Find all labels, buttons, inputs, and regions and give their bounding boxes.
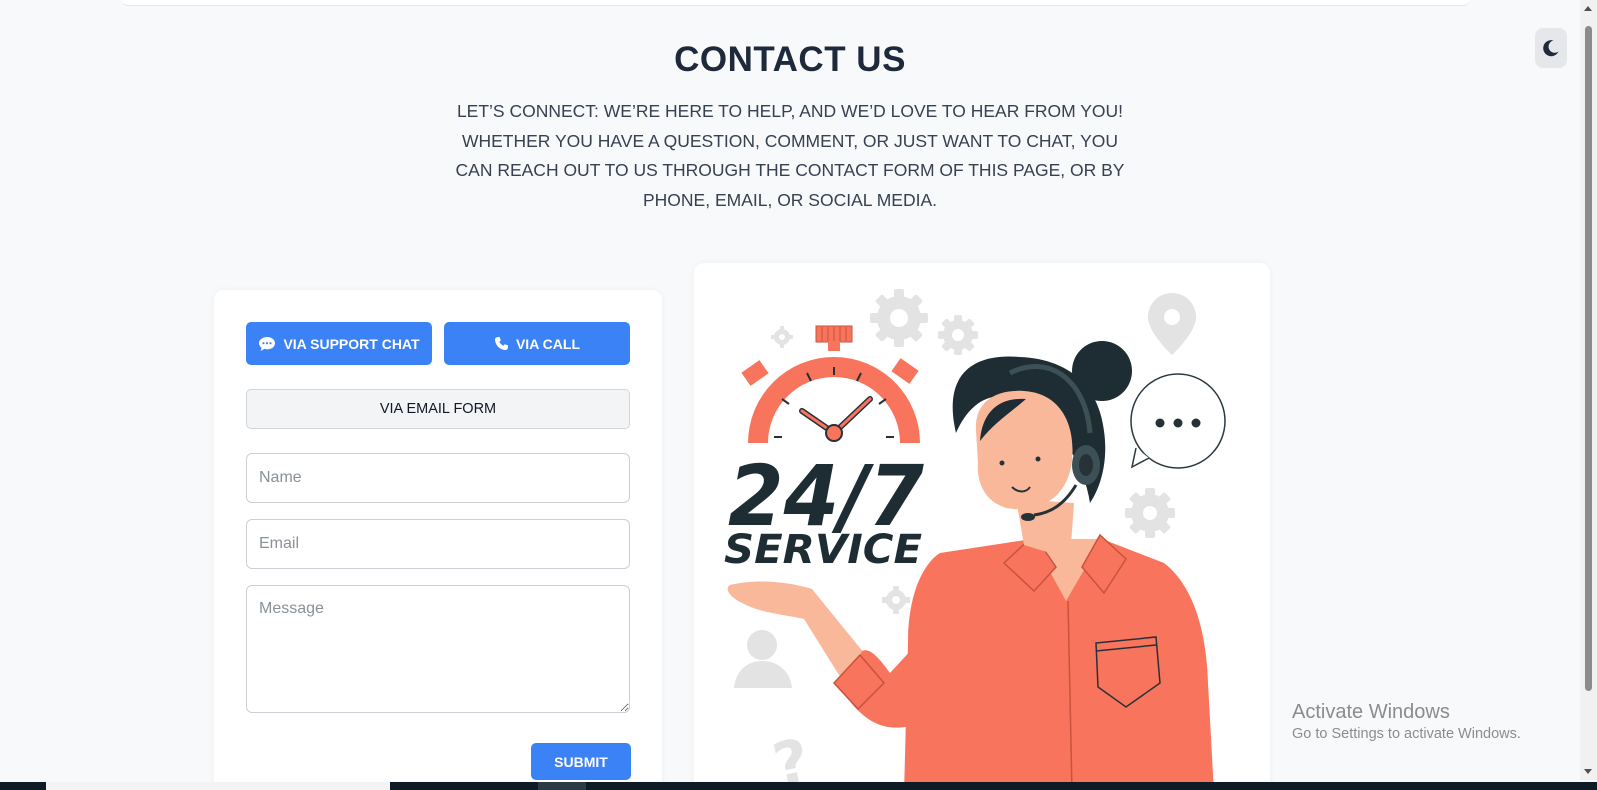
support-chat-button[interactable]: VIA SUPPORT CHAT xyxy=(246,322,432,365)
scroll-thumb[interactable] xyxy=(1585,26,1592,691)
gear-icon xyxy=(938,315,978,355)
watermark-title: Activate Windows xyxy=(1292,701,1450,723)
taskbar-search[interactable] xyxy=(46,782,390,790)
scroll-up-arrow-icon[interactable] xyxy=(1584,6,1592,11)
email-input[interactable] xyxy=(246,519,630,569)
windows-activation-watermark: Activate Windows Go to Settings to activ… xyxy=(1292,700,1521,744)
browser-top-edge xyxy=(122,0,1469,6)
email-form-button[interactable]: VIA EMAIL FORM xyxy=(246,389,630,429)
scroll-down-arrow-icon[interactable] xyxy=(1584,769,1592,774)
svg-text:?: ? xyxy=(767,726,816,790)
chat-bubble-icon xyxy=(259,336,276,351)
customer-service-illustration: ? 24/7 SERVICE xyxy=(724,289,1226,790)
user-silhouette-icon xyxy=(734,630,792,688)
call-label: VIA CALL xyxy=(515,335,581,352)
page-scrollbar[interactable] xyxy=(1580,0,1597,780)
illustration-card: ? 24/7 SERVICE xyxy=(694,263,1270,790)
gear-icon xyxy=(1125,488,1175,538)
gear-icon xyxy=(882,586,910,614)
gear-icon xyxy=(771,326,793,348)
submit-label: SUBMIT xyxy=(554,753,608,770)
call-button[interactable]: VIA CALL xyxy=(444,322,630,365)
support-chat-label: VIA SUPPORT CHAT xyxy=(283,335,420,352)
stopwatch-icon xyxy=(741,325,920,443)
gear-icon xyxy=(870,289,928,347)
email-form-label: VIA EMAIL FORM xyxy=(379,401,497,417)
speech-bubble-icon xyxy=(1130,373,1226,469)
taskbar-app-item[interactable] xyxy=(538,782,586,790)
message-textarea[interactable] xyxy=(246,585,630,713)
intro-text: LET’S CONNECT: WE’RE HERE TO HELP, AND W… xyxy=(455,101,1125,210)
os-taskbar xyxy=(0,782,1597,790)
location-pin-icon xyxy=(1148,293,1196,355)
name-input[interactable] xyxy=(246,453,630,503)
watermark-subtitle: Go to Settings to activate Windows. xyxy=(1292,726,1521,742)
phone-icon xyxy=(494,336,509,351)
submit-button[interactable]: SUBMIT xyxy=(531,743,631,780)
illustration-subline: SERVICE xyxy=(724,527,922,573)
contact-form-card: VIA SUPPORT CHAT VIA CALL VIA EMAIL FORM… xyxy=(214,290,662,790)
page-title: CONTACT US xyxy=(674,40,906,79)
